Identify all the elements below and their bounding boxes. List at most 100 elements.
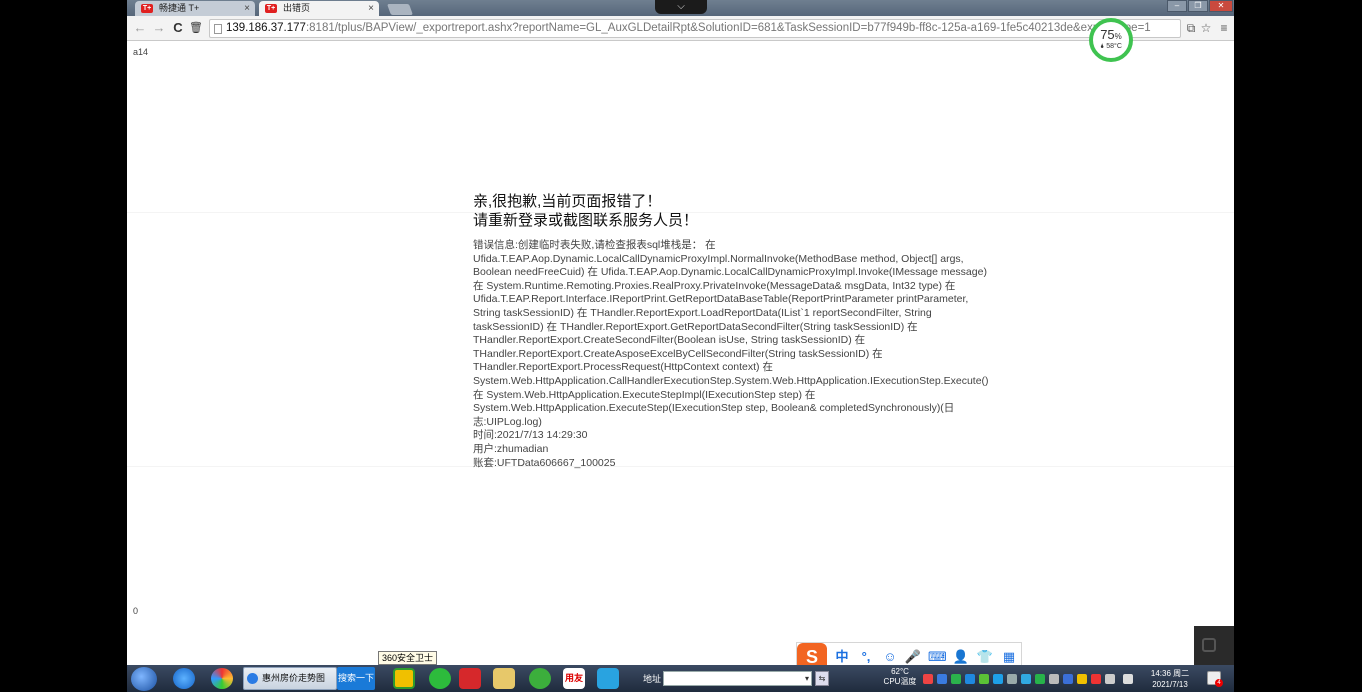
taskbar: 惠州房价走势图 搜索一下 用友 地址 ▾ ⇆ 62°C CPU温度 14:36 …	[127, 665, 1234, 692]
cpu-temp-label: CPU温度	[883, 677, 917, 686]
gauge-percent-value: 75	[1100, 27, 1115, 42]
error-line: 用户:zhumadian	[473, 442, 549, 455]
tab-error-page[interactable]: T+ 出错页 ×	[259, 1, 379, 16]
tplus-favicon-icon: T+	[141, 4, 153, 13]
tray-icon[interactable]	[979, 674, 989, 684]
close-window-button[interactable]: ✕	[1209, 0, 1233, 12]
reload-button[interactable]: C	[170, 20, 186, 36]
chevron-down-icon[interactable]: ▾	[805, 672, 809, 685]
tray-icon[interactable]	[923, 674, 933, 684]
tray-icon[interactable]	[965, 674, 975, 684]
gauge-percent: 75%	[1093, 28, 1129, 43]
notification-icon[interactable]: 4	[1207, 671, 1223, 687]
new-tab-button[interactable]	[386, 4, 414, 15]
tab-label: 出错页	[283, 3, 311, 13]
tplus-favicon-icon: T+	[265, 4, 277, 13]
restore-button[interactable]: ❐	[1188, 0, 1208, 12]
error-line: THandler.ReportExport.CreateAsposeExcelB…	[473, 347, 883, 360]
taskbar-address-input[interactable]: ▾	[663, 671, 812, 686]
error-line: System.Web.HttpApplication.CallHandlerEx…	[473, 374, 989, 387]
tray-icon[interactable]	[1063, 674, 1073, 684]
memory-gauge-widget[interactable]: 75% 🌢 58°C	[1089, 18, 1133, 62]
wechat-icon[interactable]	[429, 668, 451, 689]
error-line: 时间:2021/7/13 14:29:30	[473, 429, 588, 442]
ime-skin-icon[interactable]: 👕	[976, 648, 994, 666]
start-button[interactable]	[131, 667, 157, 691]
taskbar-search-button[interactable]: 搜索一下	[337, 667, 375, 690]
gauge-percent-unit: %	[1114, 32, 1122, 41]
corner-label-bottom: 0	[133, 606, 139, 616]
cpu-temp-value: 62°C	[891, 667, 909, 676]
error-line: String taskSessionID) 在 THandler.ReportE…	[473, 306, 932, 319]
address-go-button[interactable]: ⇆	[815, 671, 829, 686]
error-line: 在 System.Runtime.Remoting.Proxies.RealPr…	[473, 279, 956, 292]
error-title: 亲,很抱歉,当前页面报错了！	[473, 193, 662, 210]
error-panel: 亲,很抱歉,当前页面报错了！ 请重新登录或截图联系服务人员！ 错误信息:创建临时…	[473, 192, 993, 470]
ime-toolbox-icon[interactable]: ▦	[1000, 648, 1018, 666]
gauge-temperature: 🌢 58°C	[1100, 43, 1122, 50]
pinwheel-app-icon[interactable]	[211, 668, 233, 689]
tray-icon[interactable]	[951, 674, 961, 684]
bookmark-star-icon[interactable]: ☆	[1199, 20, 1213, 36]
address-path: :8181/tplus/BAPView/_exportreport.ashx?r…	[305, 22, 1151, 34]
tab-label: 畅捷通 T+	[159, 3, 200, 13]
error-line: 错误信息:创建临时表失败,请检查报表sql堆栈是： 在	[473, 239, 716, 251]
error-line: Ufida.T.EAP.Report.Interface.IReportPrin…	[473, 293, 969, 306]
tab-close-icon[interactable]: ×	[368, 1, 374, 16]
tray-icon[interactable]	[993, 674, 1003, 684]
error-line: taskSessionID) 在 THandler.ReportExport.G…	[473, 320, 918, 333]
volume-icon[interactable]	[1123, 674, 1133, 684]
error-line: THandler.ReportExport.CreateSecondFilter…	[473, 334, 866, 347]
yonyou-icon[interactable]: 用友	[563, 668, 585, 689]
ime-user-icon[interactable]: 👤	[952, 648, 970, 666]
tab-close-icon[interactable]: ×	[244, 1, 250, 16]
network-icon[interactable]	[1105, 674, 1115, 684]
delete-icon[interactable]: 🗑	[188, 20, 204, 36]
tab-strip: T+ 畅捷通 T+ × T+ 出错页 × ⌵ – ❐ ✕	[127, 0, 1234, 16]
back-button[interactable]: ←	[132, 20, 148, 36]
error-line: 账套:UFTData606667_100025	[473, 456, 616, 469]
ie-icon[interactable]	[173, 668, 195, 689]
error-line: THandler.ReportExport.ProcessRequest(Htt…	[473, 361, 773, 374]
tray-icon[interactable]	[1077, 674, 1087, 684]
address-host: 139.186.37.177	[226, 22, 306, 34]
address-bar[interactable]: 139.186.37.177:8181/tplus/BAPView/_expor…	[209, 19, 1181, 38]
file-explorer-icon[interactable]	[493, 668, 515, 689]
forward-button[interactable]: →	[151, 20, 167, 36]
tab-tplus[interactable]: T+ 畅捷通 T+ ×	[135, 1, 255, 16]
side-widget[interactable]	[1194, 626, 1234, 665]
page-icon	[214, 24, 222, 34]
remote-app-icon[interactable]	[597, 668, 619, 689]
menu-icon[interactable]: ≡	[1217, 20, 1231, 36]
tray-icon[interactable]	[1035, 674, 1045, 684]
tray-icon[interactable]	[1091, 674, 1101, 684]
ie-small-icon	[247, 673, 258, 684]
error-line: System.Web.HttpApplication.ExecuteStep(I…	[473, 402, 955, 415]
taskbar-ie-window[interactable]: 惠州房价走势图	[243, 667, 337, 690]
error-line: Ufida.T.EAP.Aop.Dynamic.LocalCallDynamic…	[473, 252, 964, 265]
ime-chinese-mode-icon[interactable]: 中	[833, 648, 851, 666]
tab-dropdown-button[interactable]: ⌵	[655, 0, 707, 14]
ime-punctuation-icon[interactable]: °,	[857, 648, 875, 666]
page-content: a14 亲,很抱歉,当前页面报错了！ 请重新登录或截图联系服务人员！ 错误信息:…	[127, 42, 1234, 665]
ime-voice-icon[interactable]: 🎤	[904, 648, 922, 666]
ime-emoji-icon[interactable]: ☺	[881, 648, 899, 666]
error-subtitle: 请重新登录或截图联系服务人员！	[473, 212, 699, 229]
corner-label-top: a14	[133, 47, 149, 57]
error-line: 在 System.Web.HttpApplication.ExecuteStep…	[473, 388, 816, 401]
taskbar-window-title: 惠州房价走势图	[262, 673, 326, 683]
ime-keyboard-icon[interactable]: ⌨	[928, 648, 947, 666]
tray-icon[interactable]	[1007, 674, 1017, 684]
tray-icon[interactable]	[937, 674, 947, 684]
taskbar-clock[interactable]: 14:36 周二 2021/7/13	[1145, 668, 1195, 690]
minimize-button[interactable]: –	[1167, 0, 1187, 12]
360-security-icon[interactable]	[393, 668, 415, 689]
wps-icon[interactable]	[459, 668, 481, 689]
tray-icon[interactable]	[1049, 674, 1059, 684]
tray-icon[interactable]	[1021, 674, 1031, 684]
error-line: Boolean needFreeCuid) 在 Ufida.T.EAP.Aop.…	[473, 266, 987, 279]
360-browser-icon[interactable]	[529, 668, 551, 689]
translate-icon[interactable]: ⧉	[1184, 20, 1198, 36]
error-details: 错误信息:创建临时表失败,请检查报表sql堆栈是： 在 Ufida.T.EAP.A…	[473, 239, 993, 470]
taskbar-address-label: 地址	[643, 674, 662, 684]
